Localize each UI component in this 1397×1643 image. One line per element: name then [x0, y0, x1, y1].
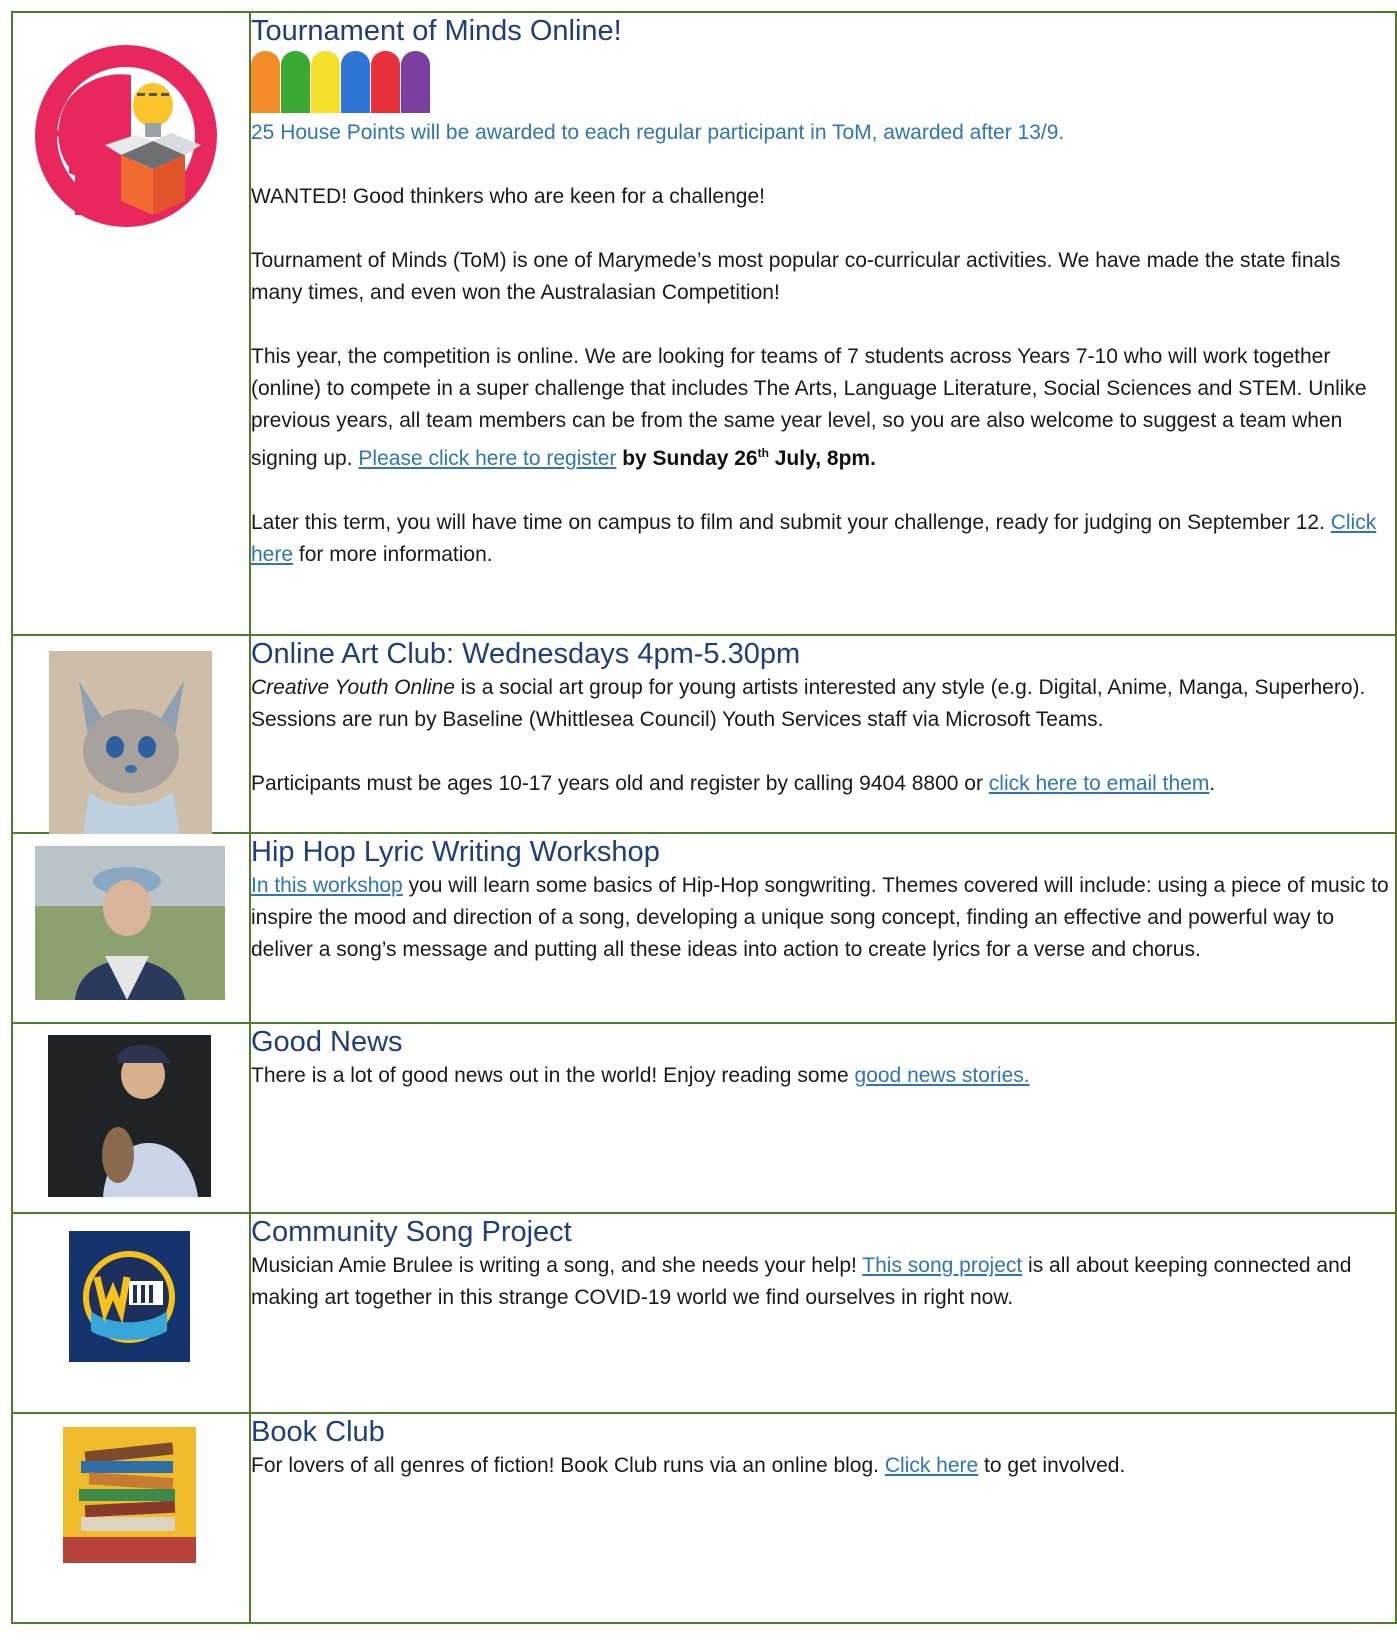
paragraph: There is a lot of good news out in the w…: [251, 1064, 1030, 1087]
paragraph: Creative Youth Online is a social art gr…: [251, 676, 1366, 731]
section-title: Community Song Project: [251, 1216, 572, 1248]
whittlesea-logo: [69, 1231, 190, 1362]
content-cell: Tournament of Minds Online! 25 House Poi…: [249, 11, 1397, 636]
house-badge-romero: [401, 51, 430, 113]
house-points-note: 25 House Points will be awarded to each …: [251, 121, 1065, 144]
table-row: Book Club For lovers of all genres of fi…: [11, 1412, 1397, 1624]
content-cell: Book Club For lovers of all genres of fi…: [249, 1412, 1397, 1624]
activities-table: Tournament of Minds Online! 25 House Poi…: [11, 11, 1397, 1624]
image-cell: [11, 11, 251, 636]
paragraph: This year, the competition is online. We…: [251, 345, 1367, 470]
section-title: Hip Hop Lyric Writing Workshop: [251, 836, 660, 868]
workshop-link[interactable]: In this workshop: [251, 874, 403, 897]
book-club-link[interactable]: Click here: [885, 1454, 978, 1477]
image-cell: [11, 1212, 251, 1414]
image-cell: [11, 634, 251, 834]
house-badge-mcauley: [341, 51, 370, 113]
house-badge-chanel: [251, 51, 280, 113]
song-project-link[interactable]: This song project: [862, 1254, 1022, 1277]
paragraph: Participants must be ages 10-17 years ol…: [251, 772, 1216, 795]
paragraph: In this workshop you will learn some bas…: [251, 874, 1389, 961]
paragraph: WANTED! Good thinkers who are keen for a…: [251, 185, 765, 208]
table-row: Hip Hop Lyric Writing Workshop In this w…: [11, 832, 1397, 1024]
section-title: Book Club: [251, 1416, 385, 1448]
house-badge-mackillop: [311, 51, 340, 113]
workshop-photo: [35, 846, 225, 1000]
house-badge-mycherock: [371, 51, 400, 113]
section-title: Tournament of Minds Online!: [251, 15, 622, 47]
table-row: Good News There is a lot of good news ou…: [11, 1022, 1397, 1214]
content-cell: Online Art Club: Wednesdays 4pm-5.30pm C…: [249, 634, 1397, 834]
register-link[interactable]: Please click here to register: [358, 447, 616, 470]
image-cell: [11, 1022, 251, 1214]
good-news-link[interactable]: good news stories.: [855, 1064, 1030, 1087]
email-link[interactable]: click here to email them: [989, 772, 1210, 795]
content-cell: Community Song Project Musician Amie Bru…: [249, 1212, 1397, 1414]
art-drawing-image: [49, 651, 212, 834]
lightbulb-head-icon: [35, 45, 217, 227]
paragraph: For lovers of all genres of fiction! Boo…: [251, 1454, 1126, 1477]
good-news-photo: [48, 1035, 211, 1197]
image-cell: [11, 832, 251, 1024]
table-row: Tournament of Minds Online! 25 House Poi…: [11, 11, 1397, 636]
paragraph: Tournament of Minds (ToM) is one of Mary…: [251, 249, 1341, 304]
book-stack-image: [63, 1427, 196, 1563]
image-cell: [11, 1412, 251, 1624]
content-cell: Good News There is a lot of good news ou…: [249, 1022, 1397, 1214]
content-cell: Hip Hop Lyric Writing Workshop In this w…: [249, 832, 1397, 1024]
paragraph: Later this term, you will have time on c…: [251, 511, 1377, 566]
table-row: Community Song Project Musician Amie Bru…: [11, 1212, 1397, 1414]
section-title: Online Art Club: Wednesdays 4pm-5.30pm: [251, 638, 801, 670]
house-badge-chisholm: [281, 51, 310, 113]
table-row: Online Art Club: Wednesdays 4pm-5.30pm C…: [11, 634, 1397, 834]
section-title: Good News: [251, 1026, 403, 1058]
paragraph: Musician Amie Brulee is writing a song, …: [251, 1254, 1352, 1309]
house-badges: [251, 51, 1395, 113]
